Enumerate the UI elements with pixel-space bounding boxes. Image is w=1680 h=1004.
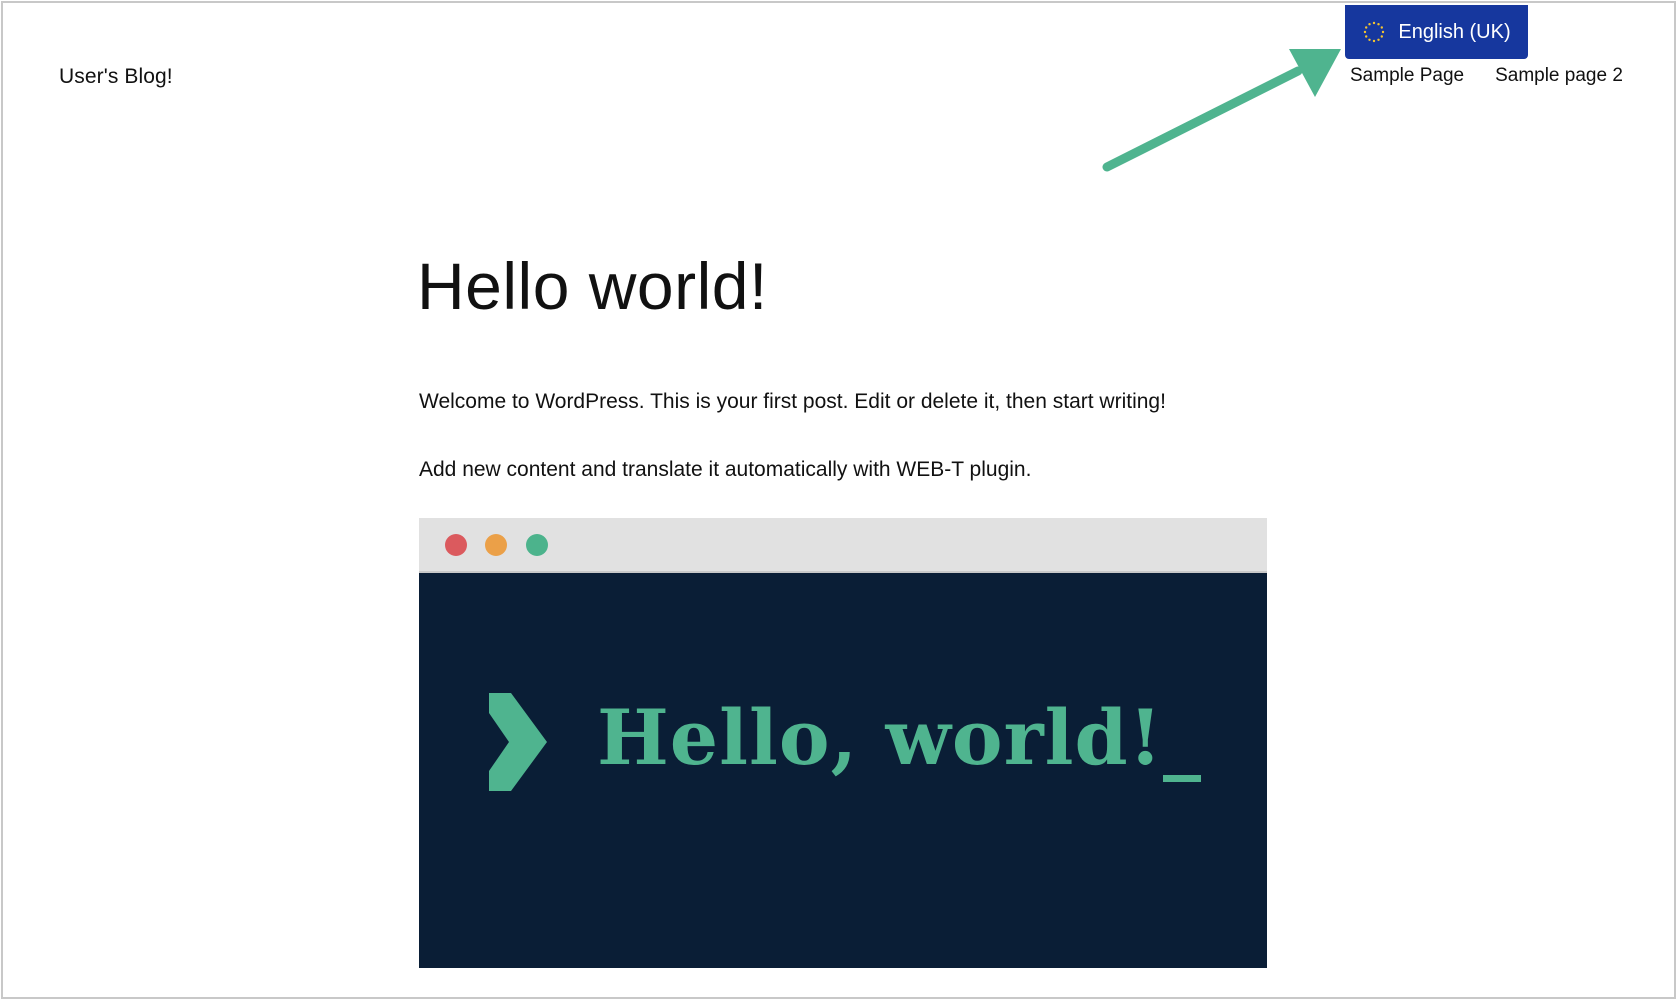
post-title: Hello world! (417, 249, 768, 323)
post-paragraph-2: Add new content and translate it automat… (419, 458, 1032, 481)
browser-viewport: User's Blog! English (UK) Sample Page Sa… (1, 1, 1676, 999)
hero-window-titlebar (419, 518, 1267, 573)
language-switcher-label: English (UK) (1398, 20, 1511, 43)
post-paragraph-1: Welcome to WordPress. This is your first… (419, 390, 1166, 413)
nav-item-sample-page-2[interactable]: Sample page 2 (1495, 65, 1623, 87)
window-maximize-dot-icon (526, 534, 548, 556)
primary-nav: Sample Page Sample page 2 (1350, 65, 1623, 87)
annotation-arrow (1102, 49, 1341, 172)
language-switcher-button[interactable]: English (UK) (1345, 5, 1528, 59)
window-minimize-dot-icon (485, 534, 507, 556)
annotation-arrow-shaft (1102, 66, 1303, 172)
terminal-prompt-chevron-icon (489, 693, 547, 791)
annotation-arrow-head (1289, 49, 1341, 97)
hero-image: Hello, world!_ (419, 518, 1267, 968)
eu-flag-icon (1364, 21, 1385, 43)
window-close-dot-icon (445, 534, 467, 556)
site-title[interactable]: User's Blog! (59, 65, 173, 89)
nav-item-sample-page[interactable]: Sample Page (1350, 65, 1464, 87)
hero-image-text: Hello, world!_ (597, 693, 1203, 782)
